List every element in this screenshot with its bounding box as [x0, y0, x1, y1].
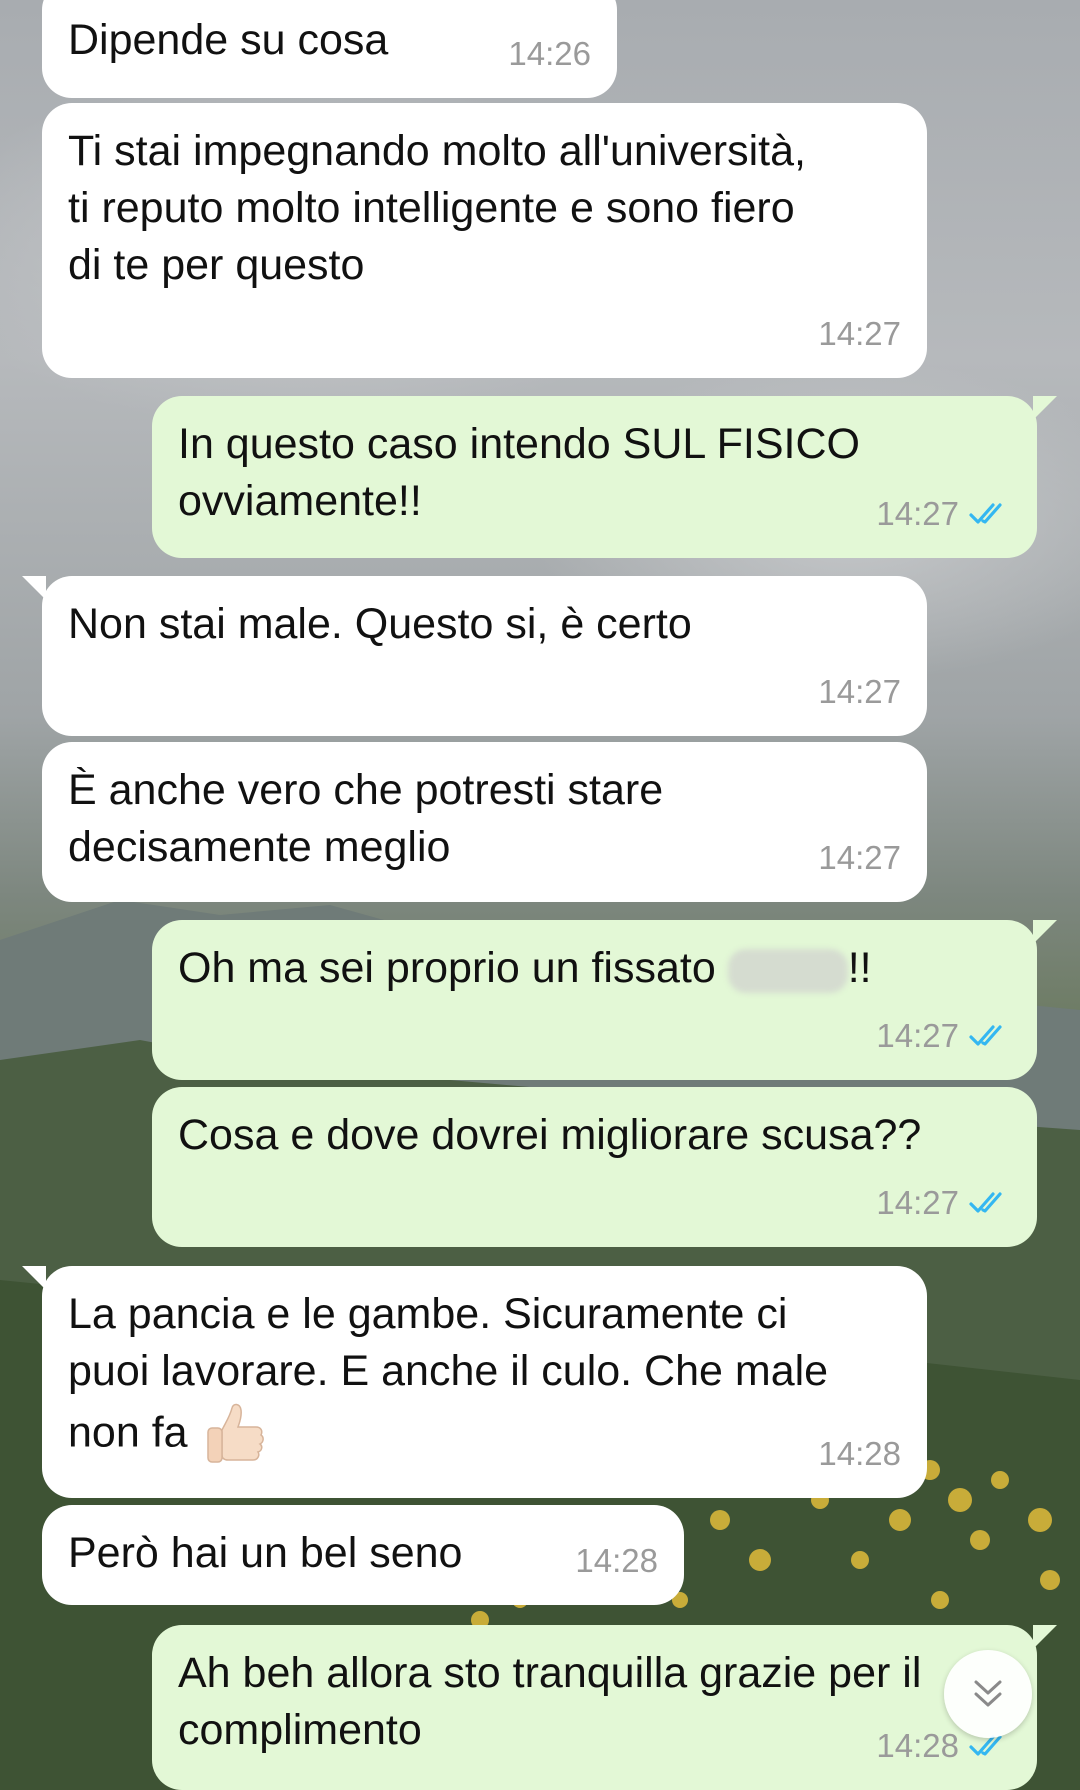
message-time: 14:28: [575, 1542, 658, 1579]
message-meta: 14:27: [876, 1007, 1011, 1064]
scroll-to-bottom-button[interactable]: [944, 1650, 1032, 1738]
message-time: 14:27: [876, 1184, 959, 1221]
message-outgoing[interactable]: Ah beh allora sto tranquilla grazie per …: [152, 1625, 1057, 1790]
message-outgoing[interactable]: Oh ma sei proprio un fissato !! 14:27: [152, 920, 1057, 1080]
message-meta: 14:27: [876, 1174, 1011, 1231]
message-meta: 14:28: [818, 1425, 901, 1482]
message-time: 14:27: [818, 315, 901, 352]
message-text: In questo caso intendo SUL FISICO ovviam…: [178, 420, 860, 525]
message-text: Non stai male. Questo si, è certo: [68, 600, 692, 648]
message-text-after: !!: [847, 944, 872, 992]
message-text: Ah beh allora sto tranquilla grazie per …: [178, 1649, 922, 1754]
message-meta: 14:26: [508, 25, 591, 82]
message-incoming[interactable]: Però hai un bel seno 14:28: [42, 1505, 684, 1605]
message-meta: 14:27: [818, 663, 901, 720]
double-check-icon: [969, 502, 1002, 524]
message-outgoing[interactable]: Cosa e dove dovrei migliorare scusa?? 14…: [152, 1087, 1037, 1247]
message-text: Ti stai impegnando molto all'università,…: [68, 127, 806, 289]
message-text: Dipende su cosa: [68, 16, 389, 64]
message-time: 14:27: [876, 1017, 959, 1054]
message-incoming[interactable]: La pancia e le gambe. Sicuramente ci puo…: [22, 1266, 927, 1498]
double-chevron-down-icon: [974, 1680, 1002, 1707]
message-text: Però hai un bel seno: [68, 1529, 463, 1577]
thumbs-up-icon: [206, 1403, 264, 1463]
message-meta: 14:28: [575, 1532, 658, 1589]
message-time: 14:27: [818, 839, 901, 876]
redacted-name: [727, 948, 848, 993]
message-time: 14:28: [876, 1727, 959, 1764]
message-incoming[interactable]: È anche vero che potresti stare decisame…: [42, 742, 927, 902]
message-text: La pancia e le gambe. Sicuramente ci puo…: [68, 1286, 868, 1470]
message-meta: 14:27: [818, 305, 901, 362]
message-text-body: La pancia e le gambe. Sicuramente ci puo…: [68, 1290, 829, 1457]
message-text: È anche vero che potresti stare decisame…: [68, 766, 664, 871]
message-text: Oh ma sei proprio un fissato !!: [178, 940, 1011, 997]
message-time: 14:26: [508, 35, 591, 72]
message-meta: 14:27: [876, 485, 1011, 542]
message-incoming[interactable]: Ti stai impegnando molto all'università,…: [42, 103, 927, 378]
message-text-before: Oh ma sei proprio un fissato: [178, 944, 716, 992]
message-incoming[interactable]: Non stai male. Questo si, è certo 14:27: [22, 576, 927, 736]
message-text: Cosa e dove dovrei migliorare scusa??: [178, 1111, 922, 1159]
message-time: 14:28: [818, 1435, 901, 1472]
message-incoming[interactable]: Dipende su cosa 14:26: [42, 0, 617, 98]
message-meta: 14:27: [818, 829, 901, 886]
double-check-icon: [969, 1191, 1002, 1213]
message-time: 14:27: [818, 673, 901, 710]
double-check-icon: [969, 1024, 1002, 1046]
message-outgoing[interactable]: In questo caso intendo SUL FISICO ovviam…: [152, 396, 1057, 558]
message-time: 14:27: [876, 495, 959, 532]
